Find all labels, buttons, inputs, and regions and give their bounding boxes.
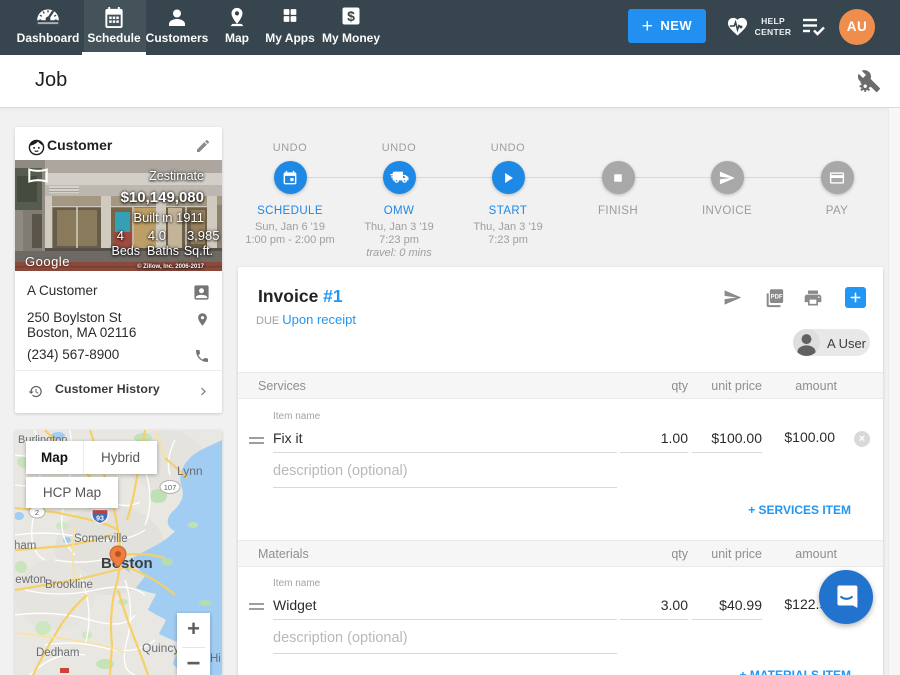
svg-text:Dedham: Dedham: [36, 647, 79, 659]
svg-text:93: 93: [96, 516, 104, 523]
svg-text:PDF: PDF: [771, 294, 783, 300]
svg-text:Somerville: Somerville: [74, 533, 128, 545]
svg-text:107: 107: [164, 483, 177, 492]
svg-text:$: $: [347, 8, 355, 24]
svg-text:Boston: Boston: [101, 555, 153, 572]
svg-text:Newton: Newton: [15, 574, 46, 586]
svg-text:2: 2: [35, 508, 39, 517]
svg-text:ham: ham: [15, 540, 36, 552]
svg-text:Quincy: Quincy: [142, 641, 179, 655]
svg-text:Hi: Hi: [210, 653, 221, 665]
svg-text:Brookline: Brookline: [45, 579, 93, 591]
svg-text:Lynn: Lynn: [177, 464, 203, 478]
